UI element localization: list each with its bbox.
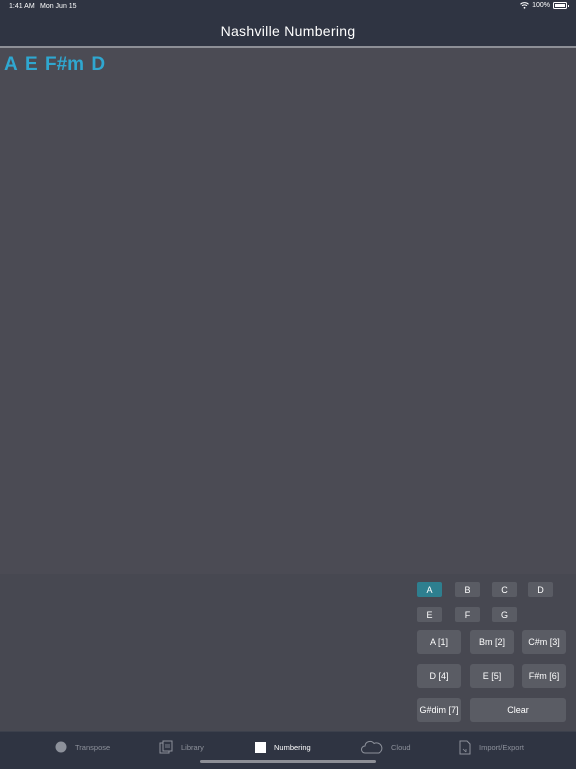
- status-bar: 1:41 AM Mon Jun 15 100%: [0, 0, 576, 14]
- chord-button-1[interactable]: A [1]: [417, 630, 461, 654]
- clear-button[interactable]: Clear: [470, 698, 566, 722]
- battery-icon: [553, 2, 569, 9]
- chord-button-4[interactable]: D [4]: [417, 664, 461, 688]
- page-title: Nashville Numbering: [220, 23, 356, 39]
- library-icon: [159, 740, 173, 754]
- tab-library[interactable]: Library: [159, 739, 204, 755]
- tab-label: Transpose: [75, 742, 111, 752]
- chord-button-6[interactable]: F#m [6]: [522, 664, 566, 688]
- square-icon: [255, 741, 266, 753]
- key-button-e[interactable]: E: [417, 607, 442, 622]
- key-button-f[interactable]: F: [455, 607, 480, 622]
- document-icon: [459, 740, 471, 755]
- tab-cloud[interactable]: Cloud: [361, 739, 411, 755]
- key-button-g[interactable]: G: [492, 607, 517, 622]
- chord-button-3[interactable]: C#m [3]: [522, 630, 566, 654]
- chord-button-2[interactable]: Bm [2]: [470, 630, 514, 654]
- tab-bar: Transpose Library Numbering Cloud Import…: [0, 731, 576, 769]
- circle-icon: [55, 741, 67, 753]
- chord-item: F#m: [44, 54, 85, 75]
- tab-label: Library: [181, 742, 204, 752]
- tab-transpose[interactable]: Transpose: [55, 739, 110, 755]
- key-button-b[interactable]: B: [455, 582, 480, 597]
- key-button-a[interactable]: A: [417, 582, 442, 597]
- battery-percent: 100%: [532, 2, 550, 9]
- chord-button-5[interactable]: E [5]: [470, 664, 514, 688]
- cloud-icon: [361, 740, 383, 754]
- tab-label: Cloud: [391, 742, 411, 752]
- chord-sequence: A E F#m D: [4, 54, 107, 76]
- navigation-bar: Nashville Numbering: [0, 14, 576, 48]
- home-indicator[interactable]: [200, 760, 376, 763]
- status-right: 100%: [520, 2, 569, 9]
- chord-item: E: [25, 54, 38, 75]
- chord-item: A: [4, 54, 18, 75]
- tab-import-export[interactable]: Import/Export: [459, 739, 524, 755]
- tab-label: Numbering: [274, 742, 311, 752]
- key-button-d[interactable]: D: [528, 582, 553, 597]
- status-time: 1:41 AM: [9, 3, 35, 10]
- key-button-c[interactable]: C: [492, 582, 517, 597]
- chord-item: D: [91, 54, 106, 75]
- tab-label: Import/Export: [479, 742, 525, 752]
- chord-button-7[interactable]: G#dim [7]: [417, 698, 461, 722]
- tab-numbering[interactable]: Numbering: [255, 739, 311, 755]
- wifi-icon: [520, 2, 529, 9]
- status-date: Mon Jun 15: [40, 3, 77, 10]
